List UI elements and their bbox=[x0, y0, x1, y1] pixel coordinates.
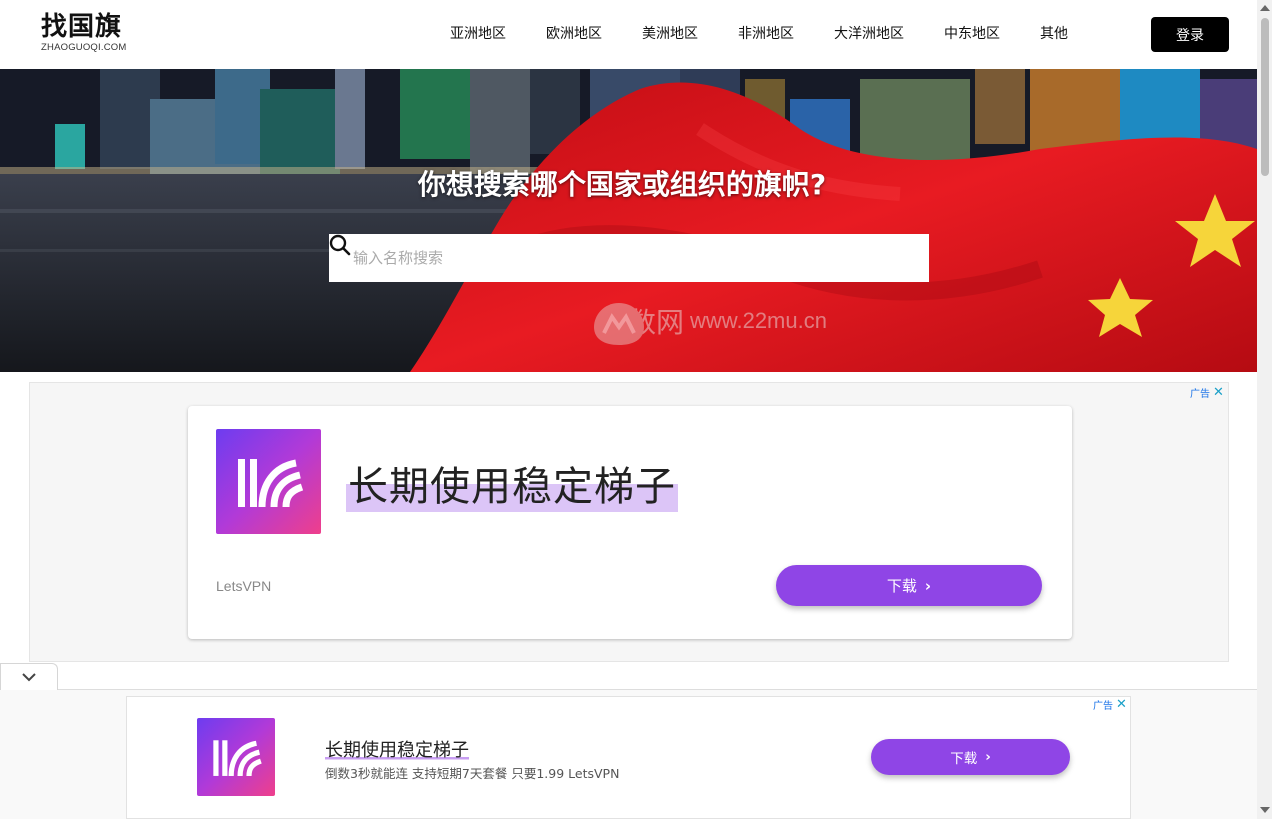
collapse-ad-button[interactable] bbox=[0, 663, 58, 690]
site-logo[interactable]: 找国旗 ZHAOGUOQI.COM bbox=[41, 12, 126, 54]
logo-subtitle: ZHAOGUOQI.COM bbox=[41, 42, 127, 53]
watermark-url: www.22mu.cn bbox=[690, 308, 827, 333]
scroll-thumb[interactable] bbox=[1261, 18, 1269, 176]
scroll-down-arrow-icon[interactable] bbox=[1260, 807, 1270, 813]
ad-headline[interactable]: 长期使用稳定梯子 bbox=[325, 736, 469, 762]
hero-title: 你想搜索哪个国家或组织的旗帜? bbox=[417, 168, 827, 201]
site-header: 找国旗 ZHAOGUOQI.COM 亚洲地区 欧洲地区 美洲地区 非洲地区 大洋… bbox=[0, 0, 1257, 69]
login-button[interactable]: 登录 bbox=[1151, 17, 1229, 52]
ad-brand: LetsVPN bbox=[216, 578, 272, 594]
watermark: 慕数网 www.22mu.cn bbox=[592, 301, 827, 345]
logo-title: 找国旗 bbox=[41, 12, 123, 42]
ad-label[interactable]: 广告 ✕ bbox=[1190, 385, 1224, 400]
letsvpn-app-icon bbox=[216, 429, 321, 534]
ad-headline[interactable]: 长期使用稳定梯子 bbox=[346, 454, 678, 512]
hero-banner: 你想搜索哪个国家或组织的旗帜? 慕数网 www.22mu.cn bbox=[0, 69, 1257, 372]
nav-item-europe[interactable]: 欧洲地区 bbox=[546, 17, 602, 52]
ad-banner-large: 广告 ✕ 长期使用稳定梯子 LetsVPN 下载 › bbox=[29, 382, 1229, 662]
ad-close-icon[interactable]: ✕ bbox=[1116, 697, 1127, 712]
ad-label[interactable]: 广告 ✕ bbox=[1093, 697, 1127, 712]
download-button-label: 下载 bbox=[950, 751, 978, 767]
chevron-right-icon: › bbox=[924, 576, 932, 595]
ad-label-text: 广告 bbox=[1093, 701, 1113, 712]
nav-item-oceania[interactable]: 大洋洲地区 bbox=[834, 17, 904, 52]
ad-description: 倒数3秒就能连 支持短期7天套餐 只要1.99 LetsVPN bbox=[325, 766, 620, 781]
download-button[interactable]: 下载 › bbox=[776, 565, 1042, 606]
download-button[interactable]: 下载 › bbox=[871, 739, 1070, 775]
search-icon[interactable] bbox=[329, 234, 925, 282]
search-input[interactable] bbox=[329, 234, 877, 282]
ad-card[interactable]: 长期使用稳定梯子 LetsVPN 下载 › bbox=[188, 406, 1072, 639]
ad-close-icon[interactable]: ✕ bbox=[1213, 385, 1224, 400]
scroll-up-arrow-icon[interactable] bbox=[1260, 5, 1270, 11]
page: 找国旗 ZHAOGUOQI.COM 亚洲地区 欧洲地区 美洲地区 非洲地区 大洋… bbox=[0, 0, 1272, 819]
nav-item-asia[interactable]: 亚洲地区 bbox=[450, 17, 506, 52]
search-box bbox=[329, 234, 929, 282]
page-scrollbar[interactable] bbox=[1257, 0, 1272, 819]
chevron-down-icon bbox=[22, 673, 36, 682]
download-button-label: 下载 bbox=[886, 577, 917, 595]
nav-item-middle-east[interactable]: 中东地区 bbox=[944, 17, 1000, 52]
letsvpn-app-icon bbox=[197, 718, 275, 796]
nav-item-americas[interactable]: 美洲地区 bbox=[642, 17, 698, 52]
main-nav: 亚洲地区 欧洲地区 美洲地区 非洲地区 大洋洲地区 中东地区 其他 bbox=[450, 17, 1106, 52]
ad-banner-sticky[interactable]: 广告 ✕ 长期使用稳定梯子 倒数3秒就能连 支持短期7天套餐 只要1.99 Le… bbox=[126, 696, 1131, 819]
chevron-right-icon: › bbox=[985, 749, 991, 765]
ad-label-text: 广告 bbox=[1190, 389, 1210, 400]
watermark-logo-icon bbox=[594, 303, 644, 345]
nav-item-africa[interactable]: 非洲地区 bbox=[738, 17, 794, 52]
nav-item-other[interactable]: 其他 bbox=[1040, 17, 1068, 52]
